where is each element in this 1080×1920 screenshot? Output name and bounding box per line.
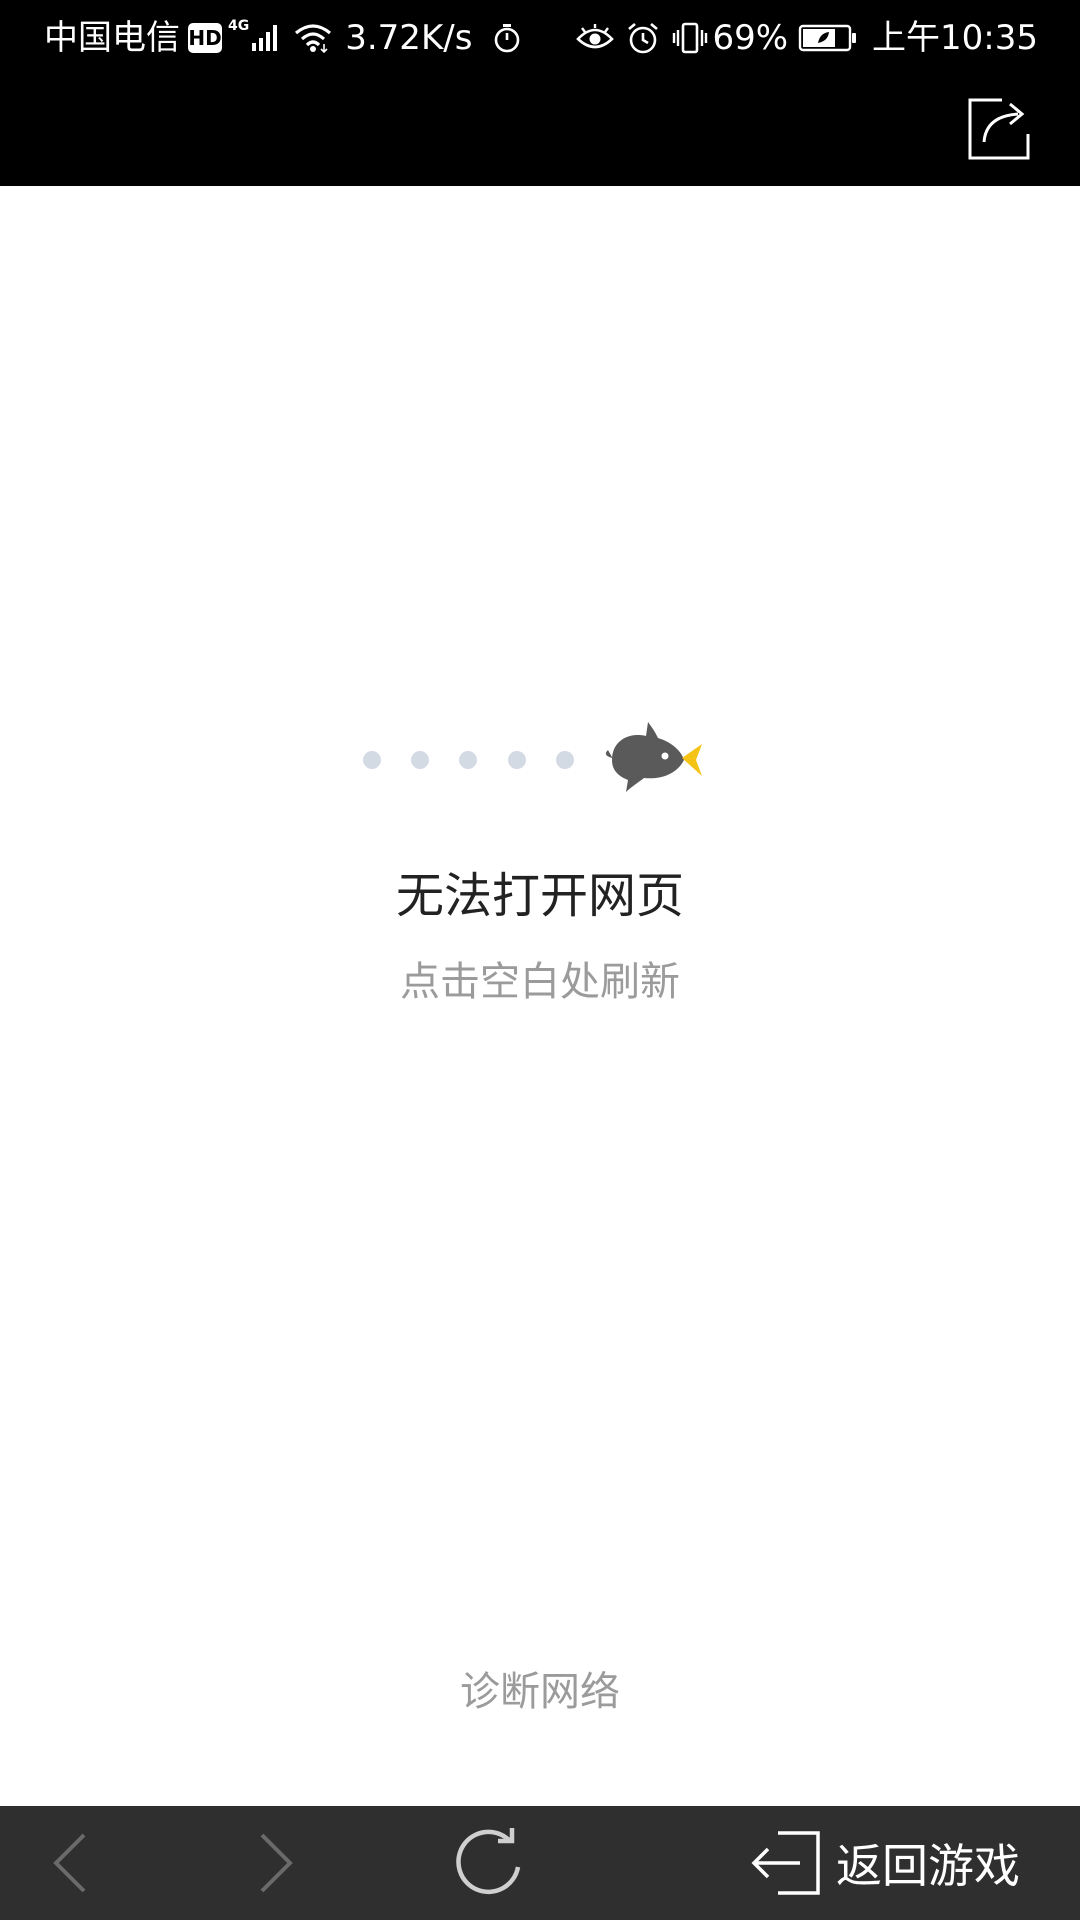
status-bar: 中国电信 HD 4G 3.72K/s 69% 上午10:35 [0, 0, 1080, 76]
share-button[interactable] [966, 96, 1032, 162]
page-content[interactable]: 无法打开网页 点击空白处刷新 诊断网络 [0, 186, 1080, 1806]
forward-button[interactable] [236, 1806, 316, 1920]
share-icon [968, 98, 1030, 160]
status-bar-left: 中国电信 HD 4G 3.72K/s [44, 14, 522, 62]
carrier-name: 中国电信 [44, 18, 180, 58]
signal-icon [251, 23, 281, 53]
top-bar: 中国电信 HD 4G 3.72K/s 69% 上午10:35 [0, 0, 1080, 186]
loader-dot [508, 751, 526, 769]
return-to-game-button[interactable]: 返回游戏 [748, 1806, 1048, 1920]
error-title: 无法打开网页 [395, 868, 684, 924]
reload-button[interactable] [446, 1806, 534, 1920]
chevron-right-icon [260, 1833, 293, 1893]
eye-icon [576, 23, 615, 53]
battery-percent: 69% [712, 18, 789, 58]
back-button[interactable] [30, 1806, 110, 1920]
diagnose-network-link[interactable]: 诊断网络 [0, 1666, 1080, 1718]
bird-icon [605, 722, 702, 792]
bottom-toolbar: 返回游戏 [0, 1806, 1080, 1920]
loading-indicator [360, 714, 730, 804]
return-to-game-label: 返回游戏 [836, 1839, 1020, 1893]
loader-dot [459, 751, 477, 769]
stopwatch-icon [492, 22, 522, 54]
refresh-hint: 点击空白处刷新 [400, 959, 680, 1005]
loader-dot [411, 751, 429, 769]
wifi-icon [293, 22, 333, 54]
screen: 中国电信 HD 4G 3.72K/s 69% 上午10:35 无法打开网页 点击… [0, 0, 1080, 1920]
loader-dot [556, 751, 574, 769]
status-bar-right: 69% 上午10:35 [576, 14, 1038, 62]
loader-dot [363, 751, 381, 769]
hd-icon: HD [188, 23, 222, 53]
net-speed: 3.72K/s [345, 18, 473, 58]
network-type: 4G [228, 18, 250, 34]
vibrate-icon [672, 21, 708, 55]
reload-icon [456, 1828, 521, 1895]
exit-icon [751, 1831, 820, 1895]
chevron-left-icon [53, 1833, 86, 1893]
alarm-icon [626, 21, 660, 55]
clock: 上午10:35 [872, 18, 1038, 58]
battery-icon [798, 23, 858, 53]
